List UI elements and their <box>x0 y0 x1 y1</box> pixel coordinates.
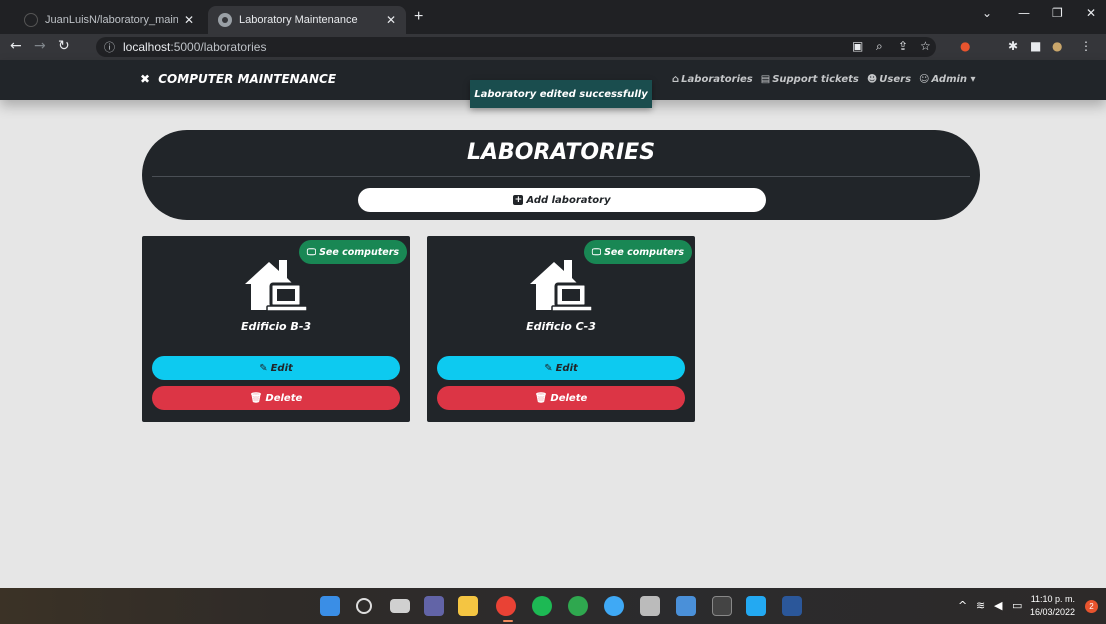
active-app-indicator <box>503 620 513 622</box>
delete-label: Delete <box>265 392 303 404</box>
delete-button[interactable]: 🗑 Delete <box>152 386 400 410</box>
lab-card: 🖵 See computers Edificio C-3 ✎ Edit 🗑 De… <box>427 236 695 422</box>
edit-icon: ✎ <box>544 362 553 374</box>
taskbar: ^ ≋ ◀ ▭ 11:10 p. m. 16/03/2022 2 <box>0 588 1106 624</box>
zoom-icon[interactable]: ⌕ <box>876 39 883 54</box>
clock-date: 16/03/2022 <box>1030 607 1076 617</box>
new-tab-button[interactable]: + <box>414 8 423 26</box>
house-laptop-icon <box>245 260 308 312</box>
success-toast: Laboratory edited successfully <box>470 80 652 108</box>
address-bar[interactable]: ⓘ localhost :5000/laboratories <box>96 37 936 57</box>
reload-icon[interactable]: ↻ <box>58 38 70 54</box>
nav-laboratories[interactable]: ⌂ Laboratories <box>672 74 753 85</box>
site-info-icon[interactable]: ⓘ <box>104 39 115 55</box>
tools-icon: ✖ <box>140 72 151 86</box>
bookmark-star-icon[interactable]: ☆ <box>920 39 931 53</box>
terminal-icon[interactable] <box>712 596 732 616</box>
divider <box>152 176 970 177</box>
nav-support-tickets[interactable]: ▤ Support tickets <box>761 74 859 85</box>
caret-down-icon: ▾ <box>967 74 976 85</box>
task-view-icon[interactable] <box>390 599 410 613</box>
notification-badge[interactable]: 2 <box>1085 600 1098 613</box>
ticket-icon: ▤ <box>760 74 771 85</box>
nav-links: ⌂ Laboratories ▤ Support tickets ☻ Users ☺ A… <box>672 74 978 85</box>
lab-card: 🖵 See computers Edificio B-3 ✎ Edit 🗑 De… <box>142 236 410 422</box>
address-path: :5000/laboratories <box>170 40 267 54</box>
add-laboratory-button[interactable]: + Add laboratory <box>358 188 766 212</box>
volume-icon[interactable]: ◀ <box>994 599 1002 612</box>
start-icon[interactable] <box>320 596 340 616</box>
clock[interactable]: 11:10 p. m. 16/03/2022 <box>1030 593 1075 619</box>
nav-users[interactable]: ☻ Users <box>867 74 911 85</box>
see-computers-label: See computers <box>319 246 400 258</box>
tab-title: JuanLuisN/laboratory_maintenan <box>45 14 178 26</box>
search-icon[interactable] <box>356 598 372 614</box>
tab-laboratory-maintenance[interactable]: Laboratory Maintenance ✕ <box>208 6 406 34</box>
restore-icon[interactable]: ❐ <box>1052 6 1063 20</box>
tab-github[interactable]: JuanLuisN/laboratory_maintenan ✕ <box>14 6 204 34</box>
virtualbox-icon[interactable] <box>640 596 660 616</box>
hs-app-icon[interactable] <box>568 596 588 616</box>
github-icon <box>24 13 38 27</box>
lab-name: Edificio C-3 <box>526 320 596 333</box>
chrome-icon[interactable] <box>496 596 516 616</box>
close-tab-icon[interactable]: ✕ <box>184 13 194 27</box>
spotify-icon[interactable] <box>532 596 552 616</box>
side-panel-icon[interactable]: ■ <box>1030 39 1041 53</box>
browser-tab-strip: JuanLuisN/laboratory_maintenan ✕ Laborat… <box>0 0 1106 34</box>
close-tab-icon[interactable]: ✕ <box>386 13 396 27</box>
trash-icon: 🗑 <box>534 392 548 404</box>
house-laptop-icon <box>530 260 593 312</box>
forward-icon[interactable]: → <box>34 38 46 54</box>
photos-icon[interactable] <box>676 596 696 616</box>
file-explorer-icon[interactable] <box>458 596 478 616</box>
wifi-icon[interactable]: ≋ <box>976 599 985 612</box>
laboratory-icon: ⌂ <box>672 74 680 85</box>
users-icon: ☻ <box>866 74 878 85</box>
browser-toolbar: ← → ↻ ⓘ localhost :5000/laboratories ▣ ⌕… <box>0 34 1106 60</box>
brand[interactable]: ✖ COMPUTER MAINTENANCE <box>140 72 336 86</box>
edit-icon: ✎ <box>259 362 268 374</box>
share-icon[interactable]: ⇪ <box>898 39 908 53</box>
lab-name: Edificio B-3 <box>240 320 312 333</box>
profile-avatar-icon[interactable]: ● <box>1052 39 1062 53</box>
add-laboratory-label: Add laboratory <box>526 194 611 206</box>
edit-label: Edit <box>555 362 578 374</box>
nav-admin-dropdown[interactable]: ☺ Admin ▾ <box>919 74 978 85</box>
app-icon[interactable] <box>604 596 624 616</box>
close-window-icon[interactable]: ✕ <box>1086 6 1096 20</box>
delete-button[interactable]: 🗑 Delete <box>437 386 685 410</box>
trash-icon: 🗑 <box>249 392 263 404</box>
user-icon: ☺ <box>919 74 930 85</box>
laboratories-header: LABORATORIES + Add laboratory <box>142 130 980 220</box>
see-computers-button[interactable]: 🖵 See computers <box>584 240 692 264</box>
back-icon[interactable]: ← <box>10 38 22 54</box>
teams-icon[interactable] <box>424 596 444 616</box>
address-host: localhost <box>123 40 171 54</box>
translate-icon[interactable]: ▣ <box>852 39 863 53</box>
extensions-puzzle-icon[interactable]: ✱ <box>1008 39 1018 53</box>
delete-label: Delete <box>550 392 588 404</box>
brand-name: COMPUTER MAINTENANCE <box>158 72 337 86</box>
globe-icon <box>218 13 232 27</box>
chevron-up-icon[interactable]: ^ <box>958 599 967 612</box>
edit-button[interactable]: ✎ Edit <box>152 356 400 380</box>
menu-kebab-icon[interactable]: ⋮ <box>1080 39 1092 53</box>
word-icon[interactable] <box>782 596 802 616</box>
plus-square-icon: + <box>513 195 524 205</box>
battery-icon[interactable]: ▭ <box>1012 599 1022 612</box>
edit-button[interactable]: ✎ Edit <box>437 356 685 380</box>
see-computers-label: See computers <box>604 246 685 258</box>
extension-icon[interactable]: ● <box>960 39 970 53</box>
minimize-icon[interactable]: — <box>1018 6 1030 20</box>
clock-time: 11:10 p. m. <box>1030 594 1076 604</box>
page-title: LABORATORIES <box>466 140 656 165</box>
tab-title: Laboratory Maintenance <box>239 14 358 26</box>
tab-search-icon[interactable]: ⌄ <box>982 6 992 20</box>
see-computers-button[interactable]: 🖵 See computers <box>299 240 407 264</box>
vscode-icon[interactable] <box>746 596 766 616</box>
edit-label: Edit <box>270 362 293 374</box>
